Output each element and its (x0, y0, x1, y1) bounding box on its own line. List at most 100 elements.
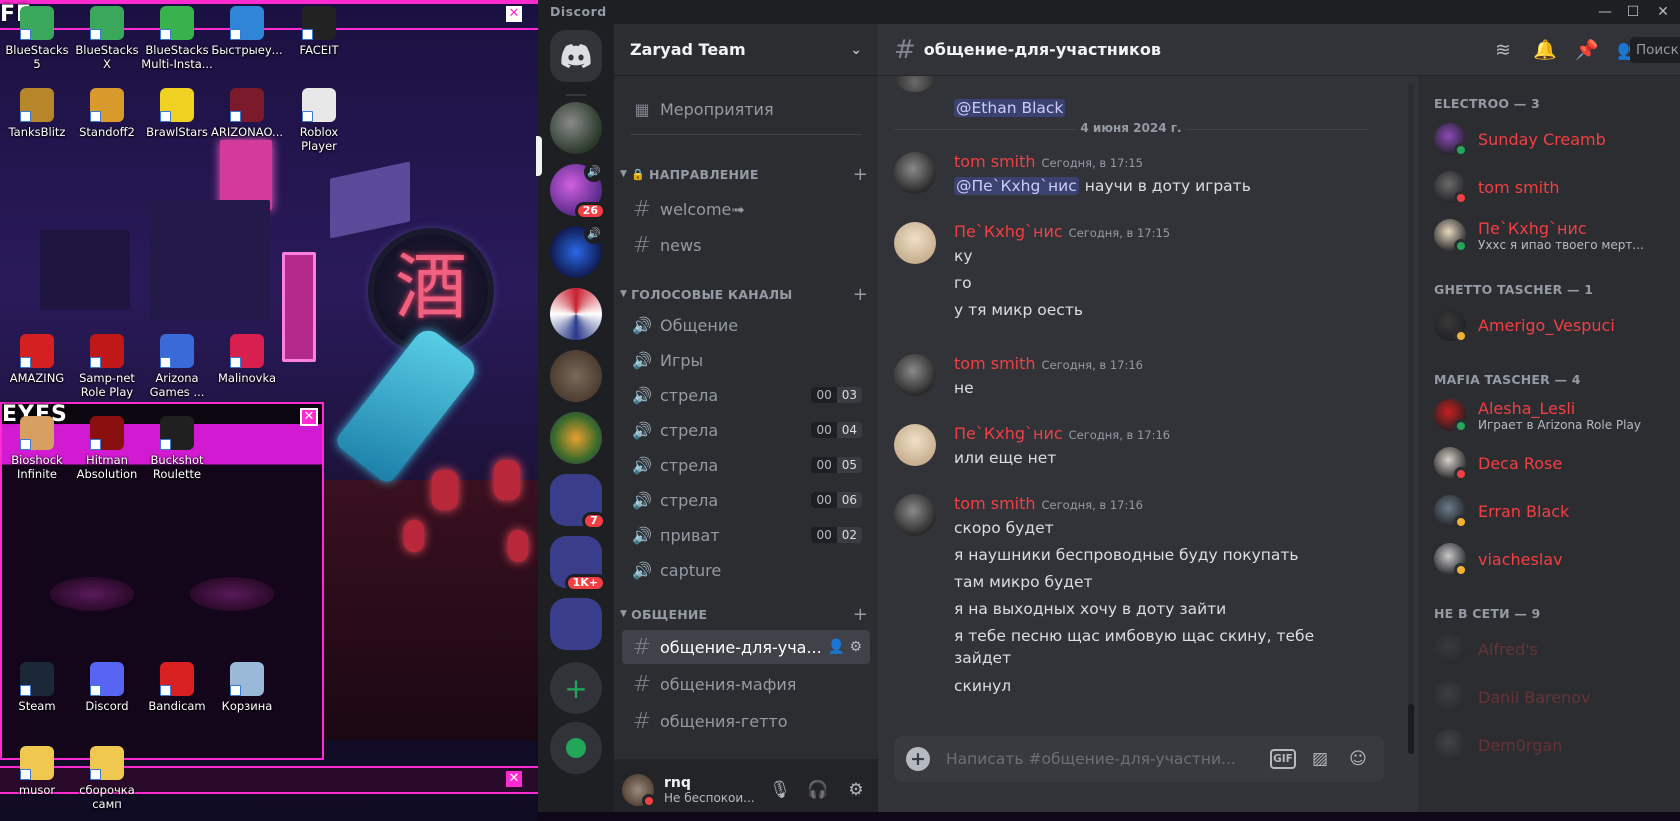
server-folder[interactable]: 7 (550, 474, 606, 530)
desktop-icon-sampnet[interactable]: Samp-net Role Play (70, 334, 144, 399)
chat-scrollbar[interactable] (1408, 84, 1414, 754)
avatar[interactable] (894, 424, 936, 466)
avatar[interactable] (894, 494, 936, 536)
text-channel[interactable]: # welcome➟ (622, 192, 870, 226)
category-obshchenie[interactable]: ▼ ОБЩЕНИЕ + (614, 602, 878, 626)
sticker-icon[interactable]: ▨ (1306, 747, 1334, 771)
widget-close-button[interactable]: ✕ (506, 771, 522, 787)
desktop-icon-bystryue[interactable]: Быстрыеу... (210, 6, 284, 57)
pin-icon[interactable]: 📌 (1574, 38, 1600, 62)
voice-channel[interactable]: 🔊 Игры (622, 343, 870, 377)
voice-channel[interactable]: 🔊 стрела 00 05 (622, 448, 870, 482)
add-channel-button[interactable]: + (853, 604, 868, 625)
message-author[interactable]: tom smith (954, 494, 1036, 513)
desktop-icon-buckshot[interactable]: Buckshot Roulette (140, 416, 214, 481)
maximize-button[interactable]: ☐ (1622, 2, 1644, 22)
desktop-icon-malinovka[interactable]: Malinovka (210, 334, 284, 385)
mute-microphone-button[interactable]: 🎙 (766, 778, 794, 802)
member-item[interactable]: tom smith (1426, 164, 1672, 210)
message-author[interactable]: Пе`Кхhg`нис (954, 424, 1063, 443)
member-item[interactable]: viacheslav (1426, 536, 1672, 582)
voice-channel[interactable]: 🔊 Общение (622, 308, 870, 342)
server-folder[interactable] (550, 598, 602, 650)
server-icon-zaryad-team[interactable] (550, 102, 602, 154)
server-icon[interactable] (550, 412, 602, 464)
desktop-icon-bluestacks5[interactable]: BlueStacks 5 (0, 6, 74, 71)
voice-channel[interactable]: 🔊 приват 00 02 (622, 518, 870, 552)
desktop-icon-bioshock[interactable]: Bioshock Infinite (0, 416, 74, 481)
explore-servers-button[interactable] (550, 722, 602, 774)
events-link[interactable]: ▦ Мероприятия (622, 92, 870, 126)
add-channel-button[interactable]: + (853, 284, 868, 305)
user-mention[interactable]: @Пе`Кхhg`нис (954, 177, 1079, 195)
desktop-icon-bluestacksmulti[interactable]: BlueStacks Multi-Insta... (140, 6, 214, 71)
text-channel[interactable]: # news (622, 228, 870, 262)
desktop-icon-roblox[interactable]: Roblox Player (282, 88, 356, 153)
desktop-icon-hitman[interactable]: Hitman Absolution (70, 416, 144, 481)
member-item[interactable]: Deca Rose (1426, 440, 1672, 486)
avatar[interactable] (894, 222, 936, 264)
voice-channel[interactable]: 🔊 стрела 00 03 (622, 378, 870, 412)
desktop-icon-brawlstars[interactable]: BrawlStars (140, 88, 214, 139)
minimize-button[interactable]: — (1594, 2, 1616, 22)
desktop-icon-arizonagames[interactable]: Arizona Games ... (140, 334, 214, 399)
desktop-icon-steam[interactable]: Steam (0, 662, 74, 713)
deafen-headphones-button[interactable]: 🎧 (804, 778, 832, 802)
server-folder[interactable]: 1K+ (550, 536, 606, 592)
text-channel[interactable]: # общения-гетто (622, 704, 870, 738)
threads-icon[interactable]: ≋ (1490, 38, 1516, 62)
member-item[interactable]: Sunday Creamb (1426, 116, 1672, 162)
text-channel[interactable]: # общения-мафия (622, 667, 870, 701)
member-item[interactable]: Danil Barenov (1426, 674, 1672, 720)
member-item[interactable]: Dem0rgan (1426, 722, 1672, 768)
attach-plus-button[interactable]: + (906, 747, 930, 771)
member-item[interactable]: Alfred's (1426, 626, 1672, 672)
voice-channel[interactable]: 🔊 capture (622, 553, 870, 587)
server-icon[interactable] (550, 350, 602, 402)
server-icon[interactable] (550, 288, 602, 340)
gif-button[interactable]: GIF (1270, 749, 1296, 769)
voice-channel[interactable]: 🔊 стрела 00 06 (622, 483, 870, 517)
member-item[interactable]: Alesha_Lesli Играет в Arizona Role Play (1426, 392, 1672, 438)
search-input[interactable]: Поиск ⌕ (1630, 37, 1680, 63)
text-channel[interactable]: # общение-для-уча... 👤 ⚙ (622, 630, 870, 664)
channel-settings-gear-icon[interactable]: 👤 ⚙ (828, 639, 862, 655)
widget-close-button[interactable]: ✕ (506, 6, 522, 22)
desktop-icon-bandicam[interactable]: Bandicam (140, 662, 214, 713)
scrollbar-thumb[interactable] (1408, 704, 1414, 754)
user-settings-gear-icon[interactable]: ⚙ (842, 778, 870, 802)
add-server-button[interactable]: + (550, 662, 602, 714)
category-voice[interactable]: ▼ ГОЛОСОВЫЕ КАНАЛЫ + (614, 282, 878, 306)
emoji-icon[interactable]: ☺ (1344, 747, 1372, 771)
desktop-icon-tanksblitz[interactable]: TanksBlitz (0, 88, 74, 139)
desktop-icon-bluestacksx[interactable]: BlueStacks X (70, 6, 144, 71)
server-icon[interactable]: 🔊 (550, 224, 604, 278)
add-channel-button[interactable]: + (853, 164, 868, 185)
desktop-icon-musor[interactable]: musor (0, 746, 74, 797)
user-avatar[interactable] (622, 774, 656, 808)
guild-header[interactable]: Zaryad Team ⌄ (614, 24, 878, 76)
widget-close-button[interactable]: ✕ (300, 408, 318, 426)
desktop-icon-arizona[interactable]: ARIZONAO... (210, 88, 284, 139)
desktop-icon-discordico[interactable]: Discord (70, 662, 144, 713)
message-author[interactable]: Пе`Кхhg`нис (954, 222, 1063, 241)
desktop-icon-sborochka[interactable]: сборочка самп (70, 746, 144, 811)
category-napravlenie[interactable]: ▼ 🔒 НАПРАВЛЕНИЕ + (614, 162, 878, 186)
message-author[interactable]: tom smith (954, 354, 1036, 373)
message-input[interactable]: Написать #общение-для-участни... (946, 750, 1260, 768)
server-icon[interactable]: 🔊 26 (550, 162, 606, 220)
avatar[interactable] (894, 152, 936, 194)
member-item[interactable]: Amerigo_Vespuci (1426, 302, 1672, 348)
desktop-icon-korzina[interactable]: Корзина (210, 662, 284, 713)
desktop-icon-amazing[interactable]: AMAZING (0, 334, 74, 385)
member-item[interactable]: Erran Black (1426, 488, 1672, 534)
avatar[interactable] (894, 354, 936, 396)
desktop-icon-standoff2[interactable]: Standoff2 (70, 88, 144, 139)
message-author[interactable]: tom smith (954, 152, 1036, 171)
home-button[interactable] (550, 30, 602, 82)
voice-channel[interactable]: 🔊 стрела 00 04 (622, 413, 870, 447)
notification-bell-icon[interactable]: 🔔 (1532, 38, 1558, 62)
close-button[interactable]: ✕ (1652, 2, 1674, 22)
member-item[interactable]: Пе`Кхhg`нис Уххс я ипао твоего мерт... (1426, 212, 1672, 258)
message-composer[interactable]: + Написать #общение-для-участни... GIF ▨… (894, 736, 1384, 782)
